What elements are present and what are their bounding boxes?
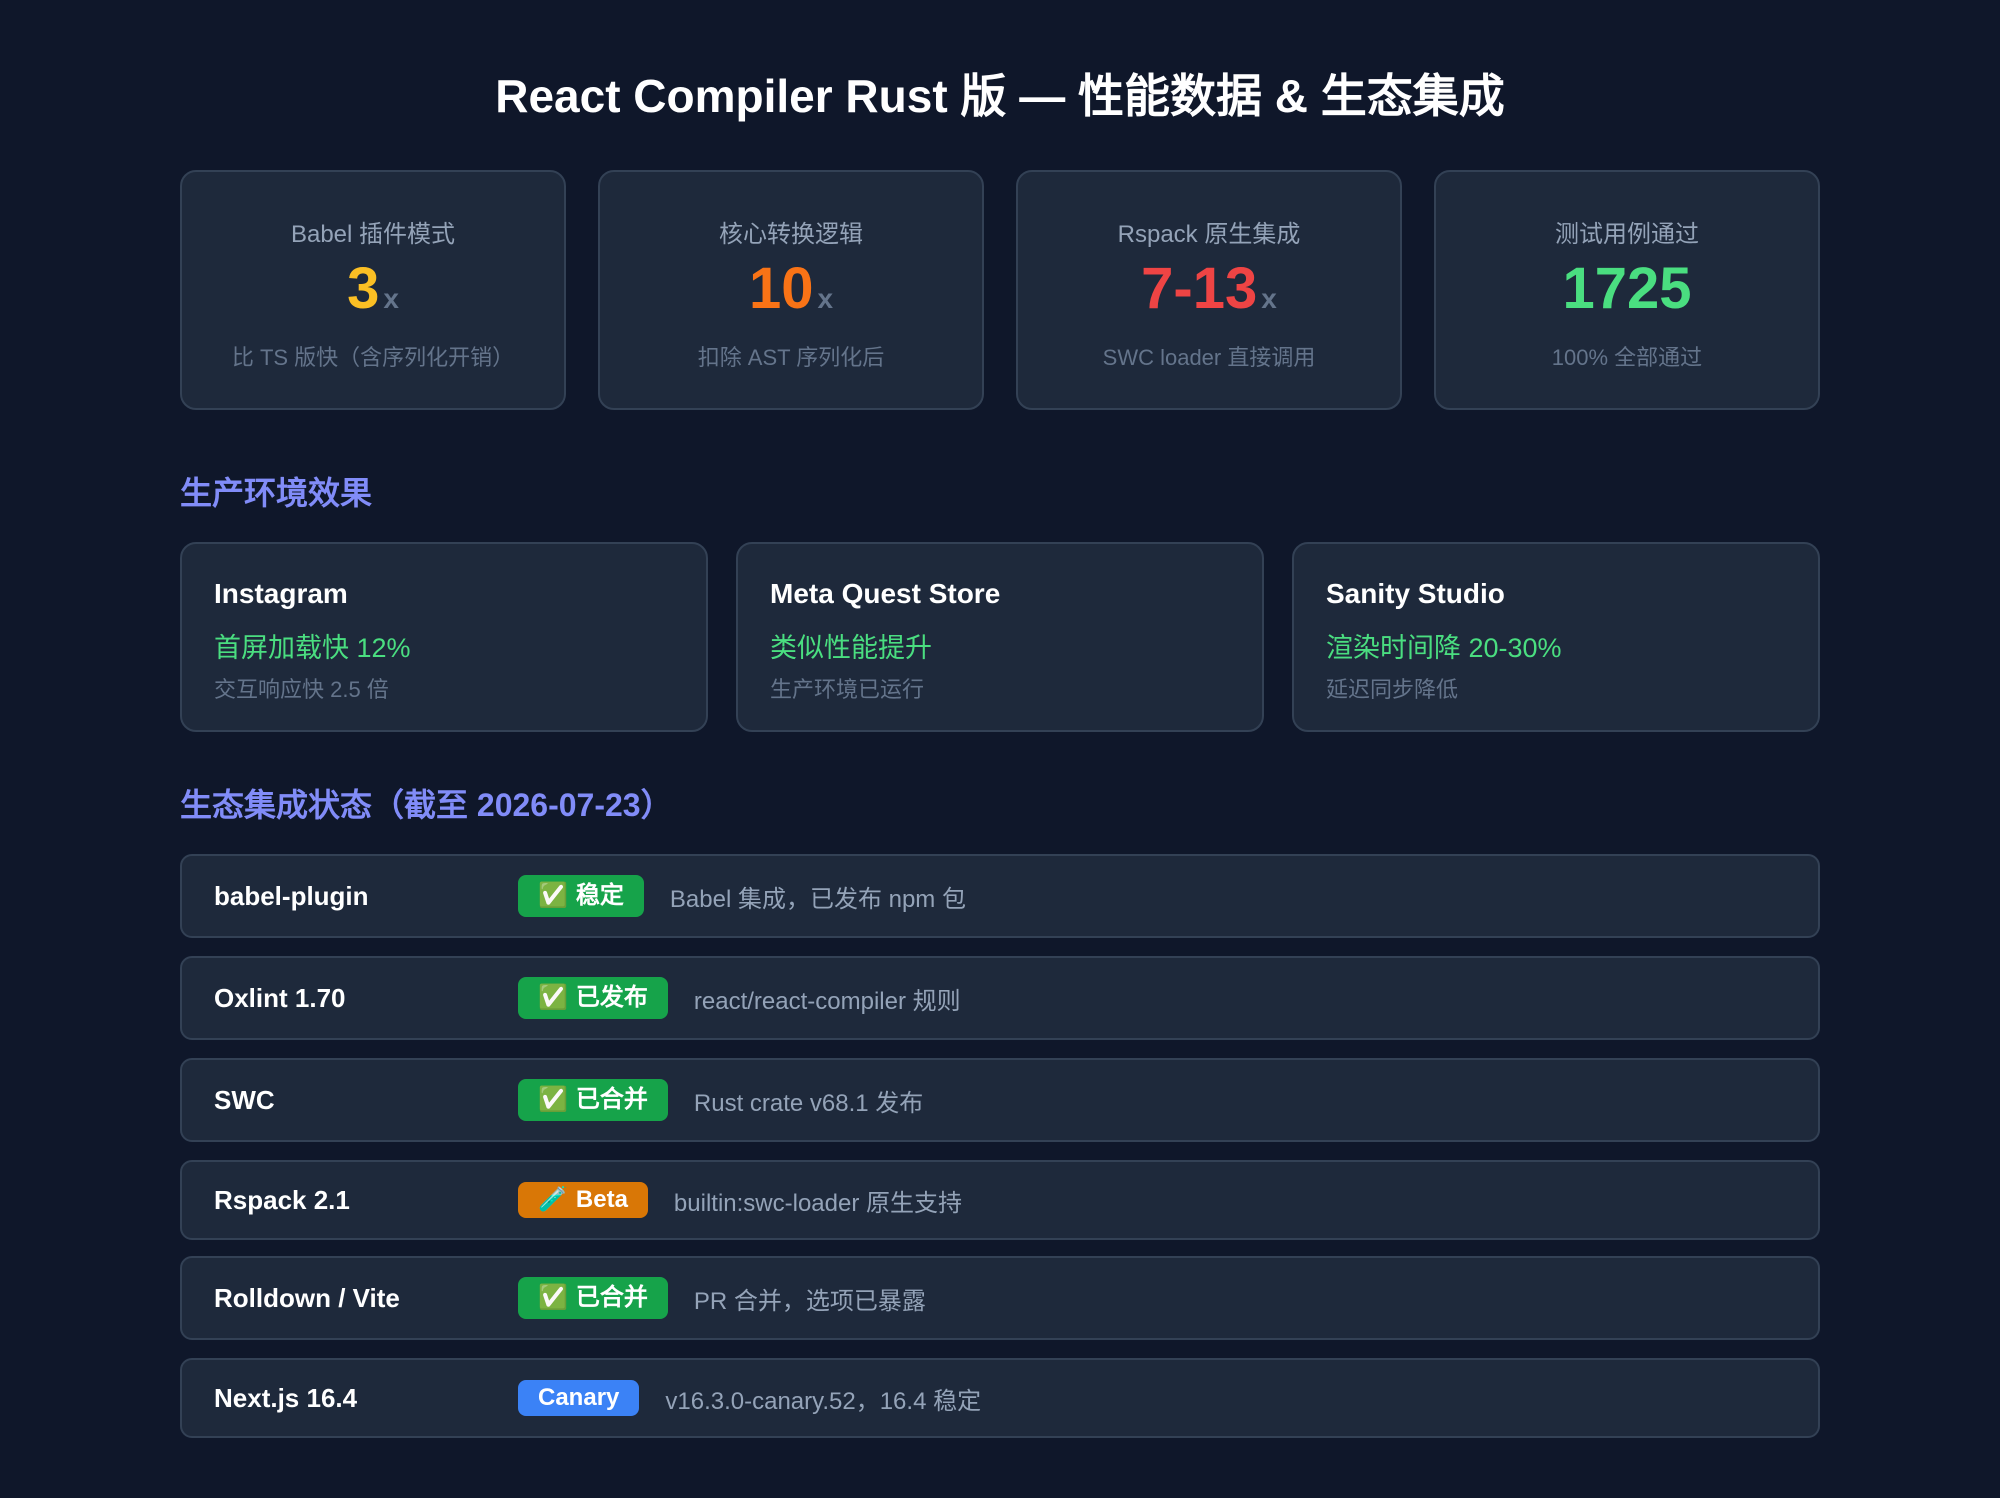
badge-label: Canary	[538, 1384, 620, 1411]
row-right: ✅ 稳定 Babel 集成，已发布 npm 包	[518, 856, 966, 936]
row-name: Rspack 2.1	[214, 1185, 350, 1215]
ecosystem-row-nextjs: Next.js 16.4 Canary v16.3.0-canary.52，16…	[180, 1358, 1820, 1438]
ecosystem-row-rolldown: Rolldown / Vite ✅ 已合并 PR 合并，选项已暴露	[180, 1256, 1820, 1340]
badge-label: 已发布	[575, 984, 648, 1011]
stat-number: 7-13	[1141, 256, 1258, 321]
check-icon: ✅	[538, 984, 568, 1011]
stat-card-tests: 测试用例通过 1725 100% 全部通过	[1434, 170, 1820, 410]
stat-label: Babel 插件模式	[290, 221, 456, 248]
ecosystem-row-swc: SWC ✅ 已合并 Rust crate v68.1 发布	[180, 1058, 1820, 1142]
ecosystem-row-rspack: Rspack 2.1 🧪 Beta builtin:swc-loader 原生支持	[180, 1160, 1820, 1240]
stat-sub: 100% 全部通过	[1551, 345, 1703, 370]
stat-sub: SWC loader 直接调用	[1102, 345, 1316, 370]
row-right: ✅ 已合并 Rust crate v68.1 发布	[518, 1060, 923, 1140]
status-badge: 🧪 Beta	[518, 1182, 648, 1218]
status-badge: ✅ 已发布	[518, 977, 668, 1019]
status-badge: ✅ 已合并	[518, 1277, 668, 1319]
stat-card-babel: Babel 插件模式 3x 比 TS 版快（含序列化开销）	[180, 170, 566, 410]
ecosystem-row-babel: babel-plugin ✅ 稳定 Babel 集成，已发布 npm 包	[180, 854, 1820, 938]
stat-number: 1725	[1562, 256, 1692, 321]
stat-card-rspack: Rspack 原生集成 7-13 x SWC loader 直接调用	[1016, 170, 1402, 410]
stat-unit: x	[1261, 283, 1277, 314]
stat-label: 测试用例通过	[1555, 221, 1699, 248]
badge-label: 已合并	[575, 1284, 648, 1311]
row-desc: v16.3.0-canary.52，16.4 稳定	[665, 1387, 982, 1415]
prod-card-quest: Meta Quest Store 类似性能提升 生产环境已运行	[736, 542, 1264, 732]
row-name: Oxlint 1.70	[214, 983, 346, 1013]
row-desc: Rust crate v68.1 发布	[693, 1089, 924, 1117]
status-badge: ✅ 稳定	[518, 875, 644, 917]
status-badge: Canary	[518, 1380, 640, 1416]
prod-sub: 交互响应快 2.5 倍	[214, 677, 389, 702]
test-tube-icon: 🧪	[538, 1186, 568, 1213]
row-right: ✅ 已发布 react/react-compiler 规则	[518, 958, 961, 1038]
row-name: babel-plugin	[214, 881, 369, 911]
row-name: SWC	[214, 1085, 275, 1115]
row-desc: react/react-compiler 规则	[693, 987, 961, 1015]
prod-name: Meta Quest Store	[770, 578, 1001, 609]
stat-number: 10	[748, 256, 814, 321]
stat-card-core: 核心转换逻辑 10 x 扣除 AST 序列化后	[598, 170, 984, 410]
prod-metric: 首屏加载快 12%	[214, 633, 411, 663]
badge-label: Beta	[575, 1186, 628, 1213]
check-icon: ✅	[538, 882, 568, 909]
row-name: Next.js 16.4	[214, 1383, 358, 1413]
row-desc: Babel 集成，已发布 npm 包	[669, 885, 966, 913]
prod-card-sanity: Sanity Studio 渲染时间降 20-30% 延迟同步降低	[1292, 542, 1820, 732]
check-icon: ✅	[538, 1284, 568, 1311]
prod-name: Sanity Studio	[1326, 578, 1505, 609]
stat-unit: x	[817, 283, 834, 314]
row-right: 🧪 Beta builtin:swc-loader 原生支持	[518, 1162, 962, 1238]
stat-value: 3x	[182, 260, 564, 318]
prod-sub: 延迟同步降低	[1326, 677, 1459, 702]
row-desc: PR 合并，选项已暴露	[693, 1287, 926, 1315]
status-badge: ✅ 已合并	[518, 1079, 668, 1121]
row-right: Canary v16.3.0-canary.52，16.4 稳定	[518, 1360, 981, 1436]
check-icon: ✅	[538, 1086, 568, 1113]
section-title-ecosystem: 生态集成状态（截至 2026-07-23）	[180, 787, 673, 823]
prod-metric: 类似性能提升	[770, 633, 932, 663]
section-title-production: 生产环境效果	[180, 475, 373, 511]
stat-label: Rspack 原生集成	[1117, 221, 1301, 248]
ecosystem-row-oxlint: Oxlint 1.70 ✅ 已发布 react/react-compiler 规则	[180, 956, 1820, 1040]
prod-metric: 渲染时间降 20-30%	[1326, 633, 1562, 663]
row-right: ✅ 已合并 PR 合并，选项已暴露	[518, 1258, 926, 1338]
stat-value: 10 x	[600, 260, 982, 318]
stat-label: 核心转换逻辑	[719, 221, 863, 248]
prod-card-instagram: Instagram 首屏加载快 12% 交互响应快 2.5 倍	[180, 542, 708, 732]
stat-unit: x	[383, 283, 399, 314]
stat-sub: 扣除 AST 序列化后	[697, 345, 885, 370]
stat-value: 7-13 x	[1018, 260, 1400, 318]
badge-label: 稳定	[575, 882, 624, 909]
row-name: Rolldown / Vite	[214, 1283, 400, 1313]
stat-value: 1725	[1436, 260, 1818, 318]
page-title: React Compiler Rust 版 — 性能数据 & 生态集成	[495, 70, 1505, 122]
prod-sub: 生产环境已运行	[770, 677, 925, 702]
row-desc: builtin:swc-loader 原生支持	[673, 1189, 963, 1217]
stat-sub: 比 TS 版快（含序列化开销）	[231, 345, 515, 370]
prod-name: Instagram	[214, 578, 348, 609]
badge-label: 已合并	[575, 1086, 648, 1113]
stat-number: 3	[347, 256, 380, 321]
